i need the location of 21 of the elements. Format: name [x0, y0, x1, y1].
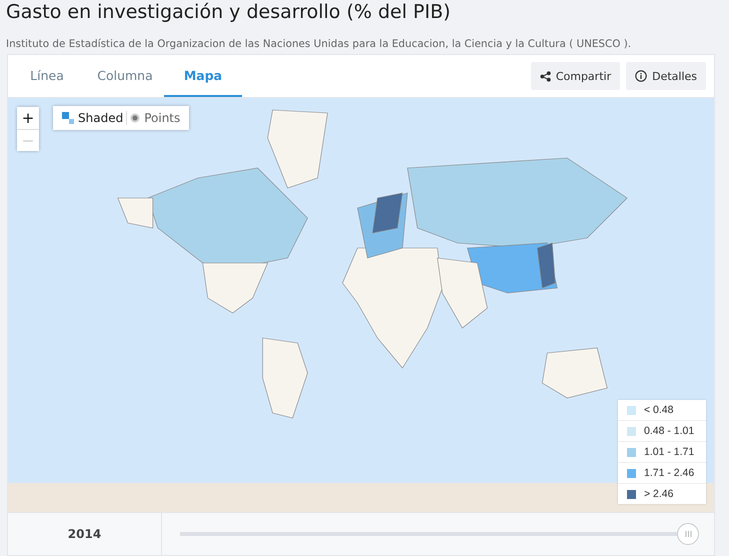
legend-label: < 0.48: [644, 404, 674, 416]
source-text: Instituto de Estadística de la Organizacion de las Naciones Unidas para la Educacion, la Ciencia y la Cultura ( UNESCO ).: [6, 38, 632, 50]
mode-option[interactable]: Shaded: [59, 111, 126, 125]
slider-thumb[interactable]: [677, 523, 699, 545]
info-icon: [635, 70, 648, 82]
grip-icon: [684, 531, 692, 537]
mode-option[interactable]: Points: [126, 111, 184, 125]
legend-label: > 2.46: [644, 488, 674, 500]
year-label: 2014: [8, 513, 162, 555]
share-icon: [540, 70, 551, 82]
page-title: Gasto en investigación y desarrollo (% del PIB): [5, 0, 452, 24]
zoom-in-button[interactable]: +: [17, 107, 39, 129]
legend-label: 1.01 - 1.71: [644, 446, 694, 458]
legend-label: 1.71 - 2.46: [644, 467, 694, 479]
tab[interactable]: Columna: [86, 55, 164, 97]
squares-icon: [62, 112, 74, 124]
dot-icon: [130, 113, 140, 123]
tab[interactable]: Línea: [8, 55, 86, 97]
details-button[interactable]: Detalles: [626, 62, 706, 90]
legend-label: 0.48 - 1.01: [644, 425, 694, 437]
share-button[interactable]: Compartir: [530, 62, 620, 90]
